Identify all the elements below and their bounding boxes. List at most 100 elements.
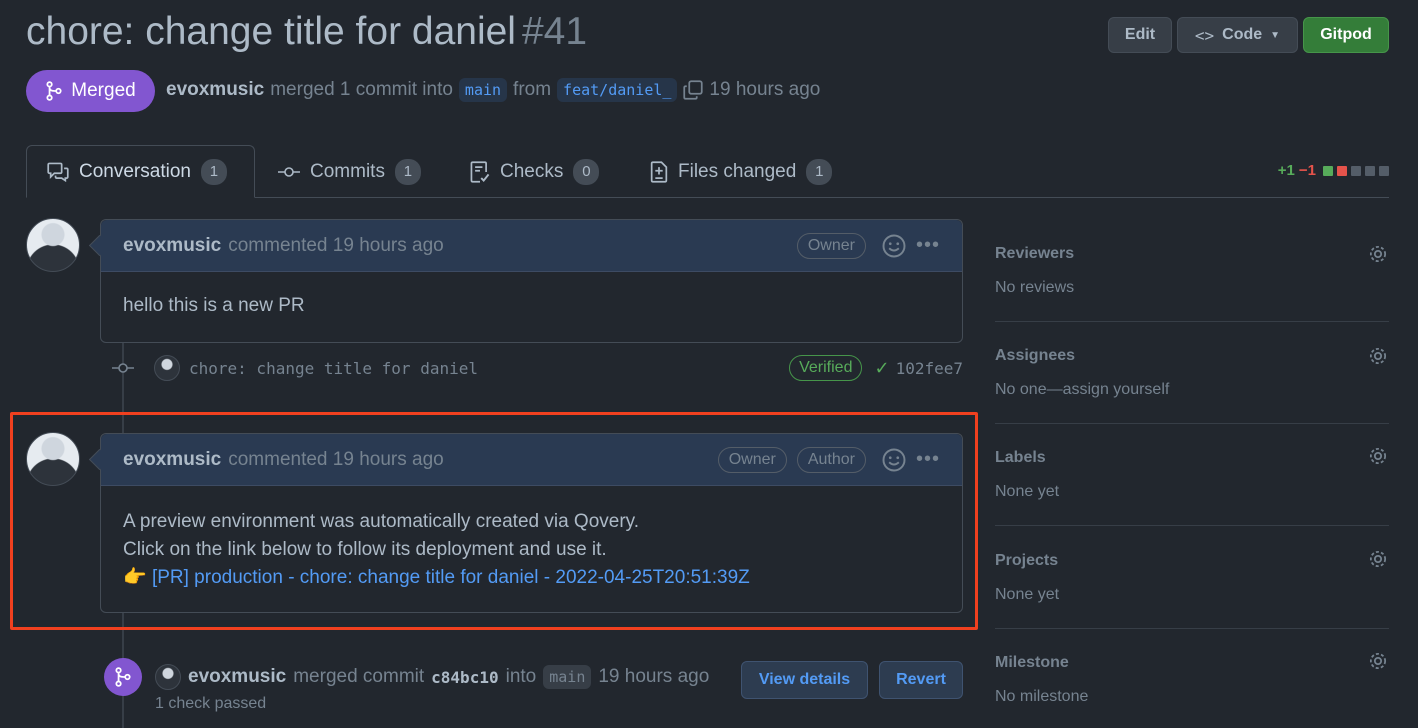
sidebar-value: No milestone bbox=[995, 688, 1089, 705]
sidebar-value: None yet bbox=[995, 483, 1060, 500]
avatar[interactable] bbox=[155, 664, 181, 690]
tab-checks-count: 0 bbox=[573, 158, 600, 185]
tab-commits-label: Commits bbox=[310, 160, 385, 182]
merge-text: merged commit bbox=[293, 666, 425, 687]
gear-icon[interactable] bbox=[1367, 243, 1389, 265]
comment-header: evoxmusic commented 19 hours ago Owner •… bbox=[101, 220, 962, 272]
merge-into-text: into bbox=[505, 666, 537, 687]
tab-conversation-label: Conversation bbox=[79, 160, 191, 182]
sidebar-labels: Labels None yet bbox=[995, 449, 1389, 501]
code-button-label: Code bbox=[1222, 26, 1263, 43]
view-details-button[interactable]: View details bbox=[741, 661, 868, 699]
comment-meta[interactable]: commented 19 hours ago bbox=[228, 235, 443, 257]
comment-body: hello this is a new PR bbox=[101, 272, 962, 342]
avatar[interactable] bbox=[26, 218, 80, 272]
commit-message[interactable]: chore: change title for daniel bbox=[189, 359, 478, 378]
sidebar-assignees: Assignees No one—assign yourself bbox=[995, 347, 1389, 399]
gitpod-button[interactable]: Gitpod bbox=[1303, 17, 1389, 53]
comment-text: hello this is a new PR bbox=[123, 295, 305, 316]
merge-event-line: evoxmusic merged commit c84bc10 into mai… bbox=[155, 664, 709, 690]
commit-sha[interactable]: 102fee7 bbox=[896, 359, 963, 378]
diffstat-block-neutral bbox=[1365, 165, 1375, 176]
code-icon: <> bbox=[1194, 25, 1215, 45]
git-merge-icon bbox=[46, 81, 62, 101]
git-commit-icon bbox=[278, 166, 300, 177]
sidebar-heading[interactable]: Milestone bbox=[995, 654, 1389, 672]
diffstat-additions: +1 bbox=[1277, 162, 1295, 179]
merge-event-badge bbox=[104, 658, 142, 696]
tab-checks[interactable]: Checks 0 bbox=[450, 145, 619, 198]
comment-first: evoxmusic commented 19 hours ago Owner •… bbox=[100, 219, 963, 343]
git-merge-icon bbox=[115, 667, 131, 687]
sidebar-value: No reviews bbox=[995, 279, 1075, 296]
diffstat-block-neutral bbox=[1379, 165, 1389, 176]
checks-passed-text[interactable]: 1 check passed bbox=[155, 695, 266, 713]
sidebar-value[interactable]: No one—assign yourself bbox=[995, 381, 1389, 399]
gear-icon[interactable] bbox=[1367, 345, 1389, 367]
sidebar-heading[interactable]: Projects bbox=[995, 552, 1389, 570]
gear-icon[interactable] bbox=[1367, 548, 1389, 570]
gitpod-button-label: Gitpod bbox=[1320, 26, 1372, 43]
commit-row: chore: change title for daniel Verified … bbox=[112, 352, 963, 384]
comment-author[interactable]: evoxmusic bbox=[123, 235, 221, 257]
sidebar-divider bbox=[995, 321, 1389, 322]
sidebar-divider bbox=[995, 628, 1389, 629]
merged-state-badge: Merged bbox=[26, 70, 155, 112]
verified-badge[interactable]: Verified bbox=[789, 355, 863, 381]
merge-time[interactable]: 19 hours ago bbox=[598, 666, 709, 688]
diffstat-block-deleted bbox=[1337, 165, 1347, 176]
tab-conversation[interactable]: Conversation 1 bbox=[26, 145, 255, 198]
smiley-icon[interactable] bbox=[882, 234, 906, 258]
edit-button[interactable]: Edit bbox=[1108, 17, 1172, 53]
tab-files-changed-label: Files changed bbox=[678, 160, 797, 182]
revert-button[interactable]: Revert bbox=[879, 661, 963, 699]
tab-commits-count: 1 bbox=[394, 158, 421, 185]
diffstat-deletions: −1 bbox=[1298, 162, 1316, 179]
checklist-icon bbox=[470, 160, 490, 183]
code-button[interactable]: <> Code ▼ bbox=[1177, 17, 1298, 53]
highlight-box bbox=[10, 412, 978, 630]
copy-icon[interactable] bbox=[683, 80, 704, 100]
check-icon: ✓ bbox=[874, 357, 890, 378]
sidebar-projects: Projects None yet bbox=[995, 552, 1389, 604]
from-text: from bbox=[513, 79, 552, 100]
sidebar-divider bbox=[995, 423, 1389, 424]
tab-files-changed-count: 1 bbox=[806, 158, 833, 185]
sidebar-milestone: Milestone No milestone bbox=[995, 654, 1389, 706]
pr-title-text: chore: change title for daniel bbox=[26, 10, 516, 53]
tab-conversation-count: 1 bbox=[200, 158, 227, 185]
tab-files-changed[interactable]: Files changed 1 bbox=[630, 145, 852, 198]
gear-icon[interactable] bbox=[1367, 650, 1389, 672]
comment-discussion-icon bbox=[47, 162, 69, 182]
merged-badge-label: Merged bbox=[71, 80, 136, 101]
diffstat-block-added bbox=[1323, 165, 1333, 176]
status-time: 19 hours ago bbox=[709, 79, 821, 100]
avatar[interactable] bbox=[154, 355, 180, 381]
caret-down-icon: ▼ bbox=[1270, 29, 1281, 41]
status-action-text: merged 1 commit into bbox=[270, 79, 453, 100]
base-branch[interactable]: main bbox=[458, 78, 508, 102]
diffstat: +1 −1 bbox=[1278, 162, 1389, 179]
head-branch[interactable]: feat/daniel_ bbox=[557, 78, 678, 102]
pr-status-line: evoxmusic merged 1 commit into main from… bbox=[166, 78, 820, 102]
sidebar-divider bbox=[995, 525, 1389, 526]
kebab-horizontal-icon[interactable]: ••• bbox=[916, 234, 940, 257]
diffstat-block-neutral bbox=[1351, 165, 1361, 176]
merge-author[interactable]: evoxmusic bbox=[188, 666, 286, 688]
gear-icon[interactable] bbox=[1367, 445, 1389, 467]
sidebar-heading[interactable]: Reviewers bbox=[995, 245, 1389, 263]
sidebar-heading[interactable]: Labels bbox=[995, 449, 1389, 467]
pr-number: #41 bbox=[521, 10, 588, 53]
status-author-link[interactable]: evoxmusic bbox=[166, 79, 264, 101]
merge-commit-sha[interactable]: c84bc10 bbox=[431, 668, 498, 687]
owner-label: Owner bbox=[796, 232, 866, 259]
sidebar-heading[interactable]: Assignees bbox=[995, 347, 1389, 365]
edit-button-label: Edit bbox=[1124, 26, 1156, 43]
pr-title: chore: change title for daniel #41 bbox=[26, 10, 587, 54]
file-diff-icon bbox=[650, 160, 668, 183]
tab-checks-label: Checks bbox=[500, 160, 564, 182]
tab-commits[interactable]: Commits 1 bbox=[258, 145, 441, 198]
merge-branch[interactable]: main bbox=[543, 665, 592, 689]
sidebar-value: None yet bbox=[995, 586, 1060, 603]
sidebar-reviewers: Reviewers No reviews bbox=[995, 245, 1389, 297]
